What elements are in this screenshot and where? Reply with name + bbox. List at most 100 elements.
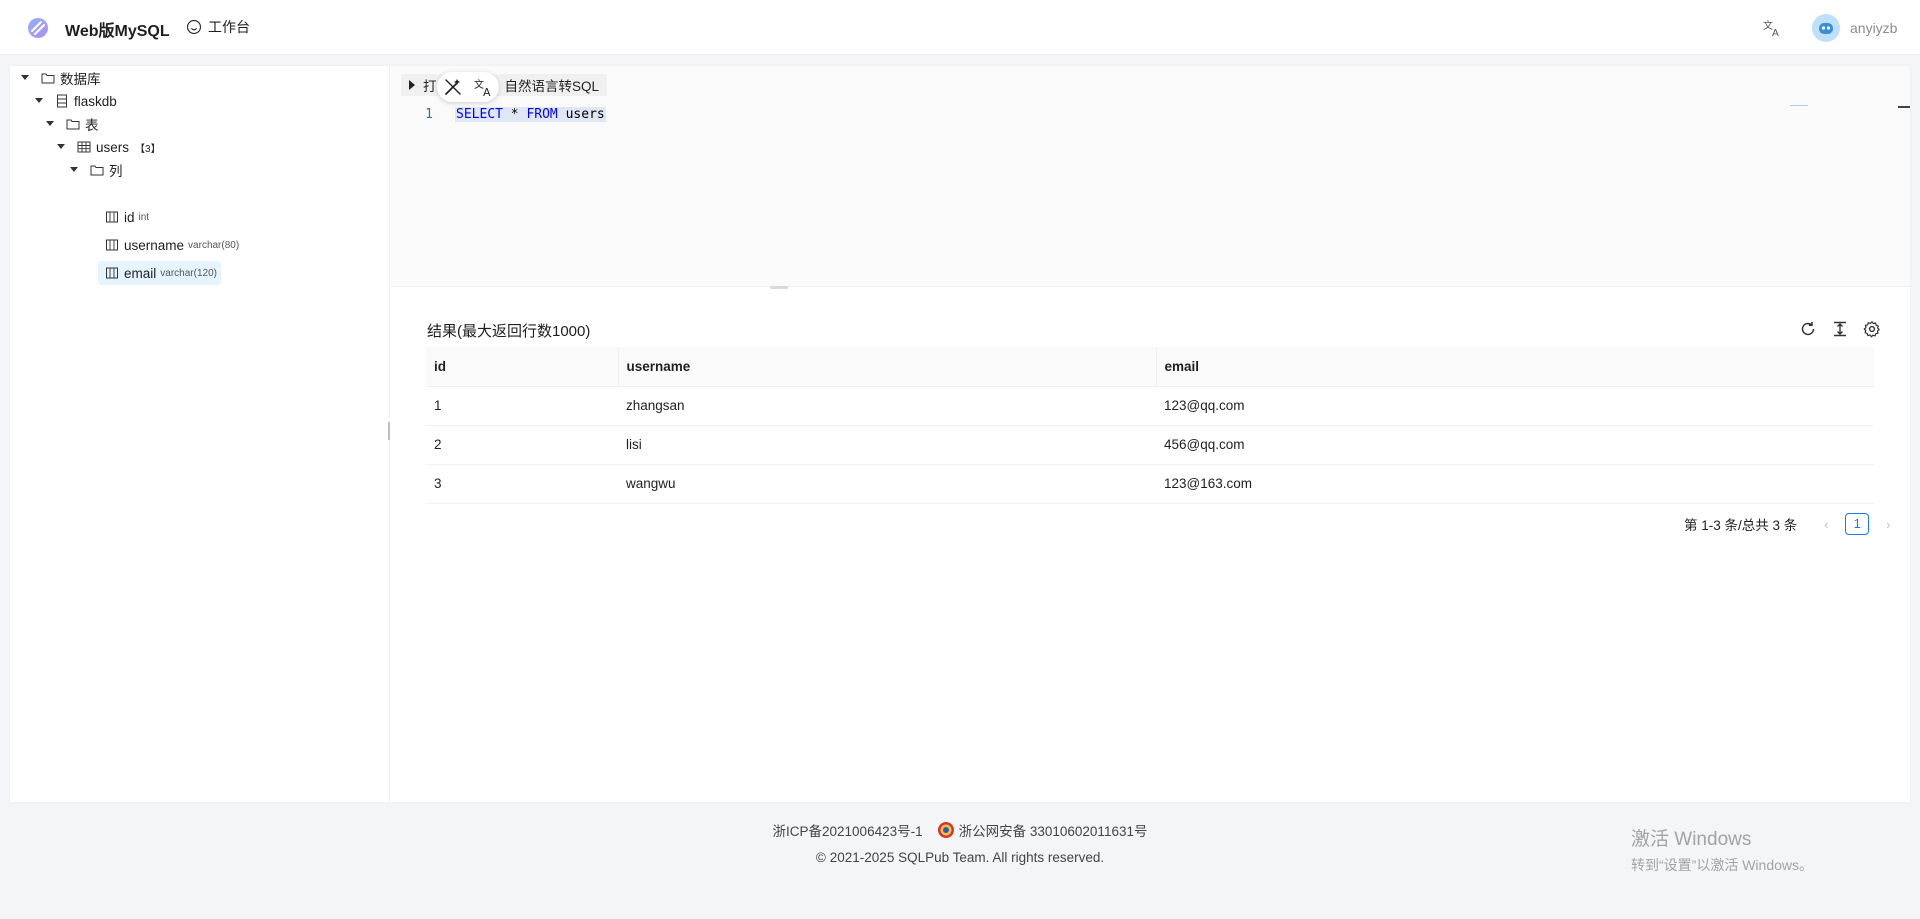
police-link[interactable]: 浙公网安备 33010602011631号	[959, 820, 1148, 840]
column-type: int	[138, 211, 150, 223]
sql-text[interactable]: SELECT * FROM users	[455, 106, 606, 122]
tree-node-column-username[interactable]: username varchar(80)	[104, 233, 239, 257]
caret-right-icon	[409, 80, 415, 90]
table-cell: 3	[426, 464, 618, 504]
tree-label-table: users	[96, 139, 130, 155]
copyright-text: 2021-2025 SQLPub Team. All rights reserv…	[829, 849, 1105, 865]
svg-text:A: A	[483, 86, 491, 98]
table-row[interactable]: 2 lisi 456@qq.com	[426, 425, 1874, 465]
results-table: id username email 1 zhangsan 123@qq.com …	[426, 347, 1874, 504]
pagination: 第 1-3 条/总共 3 条 ‹ 1 ›	[1684, 513, 1899, 535]
table-cell: 123@qq.com	[1156, 386, 1874, 426]
sql-keyword: SELECT	[456, 106, 503, 122]
police-record[interactable]: 浙公网安备 33010602011631号	[937, 820, 1148, 840]
nl-to-sql-toggle[interactable]: 打 自然语言转SQL	[401, 74, 608, 96]
column-header[interactable]: id	[426, 347, 618, 387]
app-title: Web版MySQL	[65, 23, 170, 40]
watermark-line2: 转到“设置”以激活 Windows。	[1631, 857, 1814, 873]
table-row[interactable]: 3 wangwu 123@163.com	[426, 464, 1874, 504]
sidebar-resize-handle[interactable]	[388, 422, 390, 440]
caret-down-icon[interactable]	[32, 94, 46, 108]
line-number: 1	[425, 106, 433, 122]
tree-label-database: 数据库	[60, 72, 101, 87]
caret-down-icon[interactable]	[43, 117, 57, 131]
column-header[interactable]: email	[1155, 347, 1874, 387]
column-name: username	[124, 237, 185, 253]
workbench-link[interactable]: 工作台	[186, 15, 250, 39]
table-cell: lisi	[618, 425, 1156, 465]
workbench-label: 工作台	[208, 19, 250, 35]
column-name: email	[124, 265, 157, 281]
user-menu[interactable]: anyiyzb	[1812, 14, 1897, 42]
tree-label-columns: 列	[109, 164, 123, 179]
caret-down-icon[interactable]	[18, 71, 32, 85]
tree-node-column-email[interactable]: email varchar(120)	[98, 261, 221, 285]
sql-keyword: FROM	[526, 106, 558, 122]
app-logo[interactable]	[26, 16, 50, 40]
row-count-badge: 【3】	[135, 143, 161, 155]
refresh-icon[interactable]	[1799, 320, 1817, 338]
tree-label-db: flaskdb	[74, 93, 117, 109]
database-icon	[54, 93, 70, 109]
windows-activation-watermark: 激活 Windows 转到“设置”以激活 Windows。	[1631, 824, 1813, 875]
table-cell: 123@163.com	[1156, 464, 1874, 504]
magic-wand-icon[interactable]	[442, 76, 464, 98]
code-line[interactable]: 1 SELECT * FROM users	[391, 104, 606, 124]
prev-page-button[interactable]: ‹	[1815, 517, 1837, 532]
caret-down-icon[interactable]	[67, 163, 81, 177]
nl-to-sql-label: 自然语言转SQL	[504, 79, 600, 94]
folder-icon	[40, 70, 56, 86]
smile-icon	[186, 19, 202, 35]
column-icon	[104, 209, 120, 225]
caret-down-icon[interactable]	[54, 140, 68, 154]
translate-icon[interactable]: 文A	[473, 76, 495, 98]
results-toolbar	[1799, 320, 1881, 338]
column-height-icon[interactable]	[1831, 320, 1849, 338]
column-type: varchar(120)	[160, 267, 217, 279]
police-badge-icon	[937, 822, 954, 838]
nl-prefix: 打	[423, 79, 437, 94]
settings-gear-icon[interactable]	[1863, 320, 1881, 338]
schema-tree: 数据库 flaskdb 表 users 【3】 列 id int usernam…	[10, 66, 390, 802]
table-cell: 456@qq.com	[1156, 425, 1874, 465]
tree-node-tables[interactable]: 表	[43, 112, 99, 136]
page-1-button[interactable]: 1	[1845, 513, 1870, 535]
column-icon	[104, 237, 120, 253]
scrollbar-marker[interactable]	[1898, 106, 1910, 108]
pagination-summary: 第 1-3 条/总共 3 条	[1684, 518, 1798, 533]
tree-node-database-root[interactable]: 数据库	[18, 66, 101, 90]
table-row[interactable]: 1 zhangsan 123@qq.com	[426, 386, 1874, 426]
column-icon	[104, 265, 120, 281]
table-cell: 2	[426, 425, 618, 465]
translate-icon[interactable]: 文 A	[1762, 17, 1784, 39]
tree-node-column-id[interactable]: id int	[104, 205, 149, 229]
tree-node-db[interactable]: flaskdb	[32, 89, 117, 113]
copyright-icon: ©	[815, 849, 826, 865]
table-icon	[76, 139, 92, 155]
next-page-button[interactable]: ›	[1877, 517, 1899, 532]
avatar	[1812, 14, 1840, 42]
minimap[interactable]	[1790, 105, 1808, 106]
watermark-line1: 激活 Windows	[1631, 829, 1752, 850]
username: anyiyzb	[1850, 20, 1898, 36]
sql-editor[interactable]: 打 自然语言转SQL 文A 1 SELECT * FROM users	[391, 66, 1910, 286]
tree-label-tables: 表	[85, 118, 99, 133]
folder-icon	[65, 116, 81, 132]
robot-avatar-icon	[1812, 14, 1840, 42]
column-type: varchar(80)	[188, 239, 240, 251]
svg-text:A: A	[1772, 28, 1779, 39]
main-panel: 数据库 flaskdb 表 users 【3】 列 id int usernam…	[10, 66, 1910, 802]
results-panel: 结果(最大返回行数1000) id username email 1 zhang…	[391, 287, 1910, 802]
top-header: Web版MySQL 工作台 文 A anyiyzb	[0, 0, 1920, 55]
column-header[interactable]: username	[617, 347, 1156, 387]
tree-node-table-users[interactable]: users 【3】	[54, 135, 161, 159]
icp-link[interactable]: 浙ICP备2021006423号-1	[773, 820, 923, 840]
table-cell: 1	[426, 386, 618, 426]
sql-identifier: users	[565, 106, 605, 122]
table-cell: zhangsan	[618, 386, 1156, 426]
tree-node-columns[interactable]: 列	[67, 158, 123, 182]
sql-star: *	[510, 106, 519, 122]
results-title: 结果(最大返回行数1000)	[427, 323, 591, 340]
folder-icon	[89, 162, 105, 178]
table-header-row: id username email	[426, 347, 1874, 387]
